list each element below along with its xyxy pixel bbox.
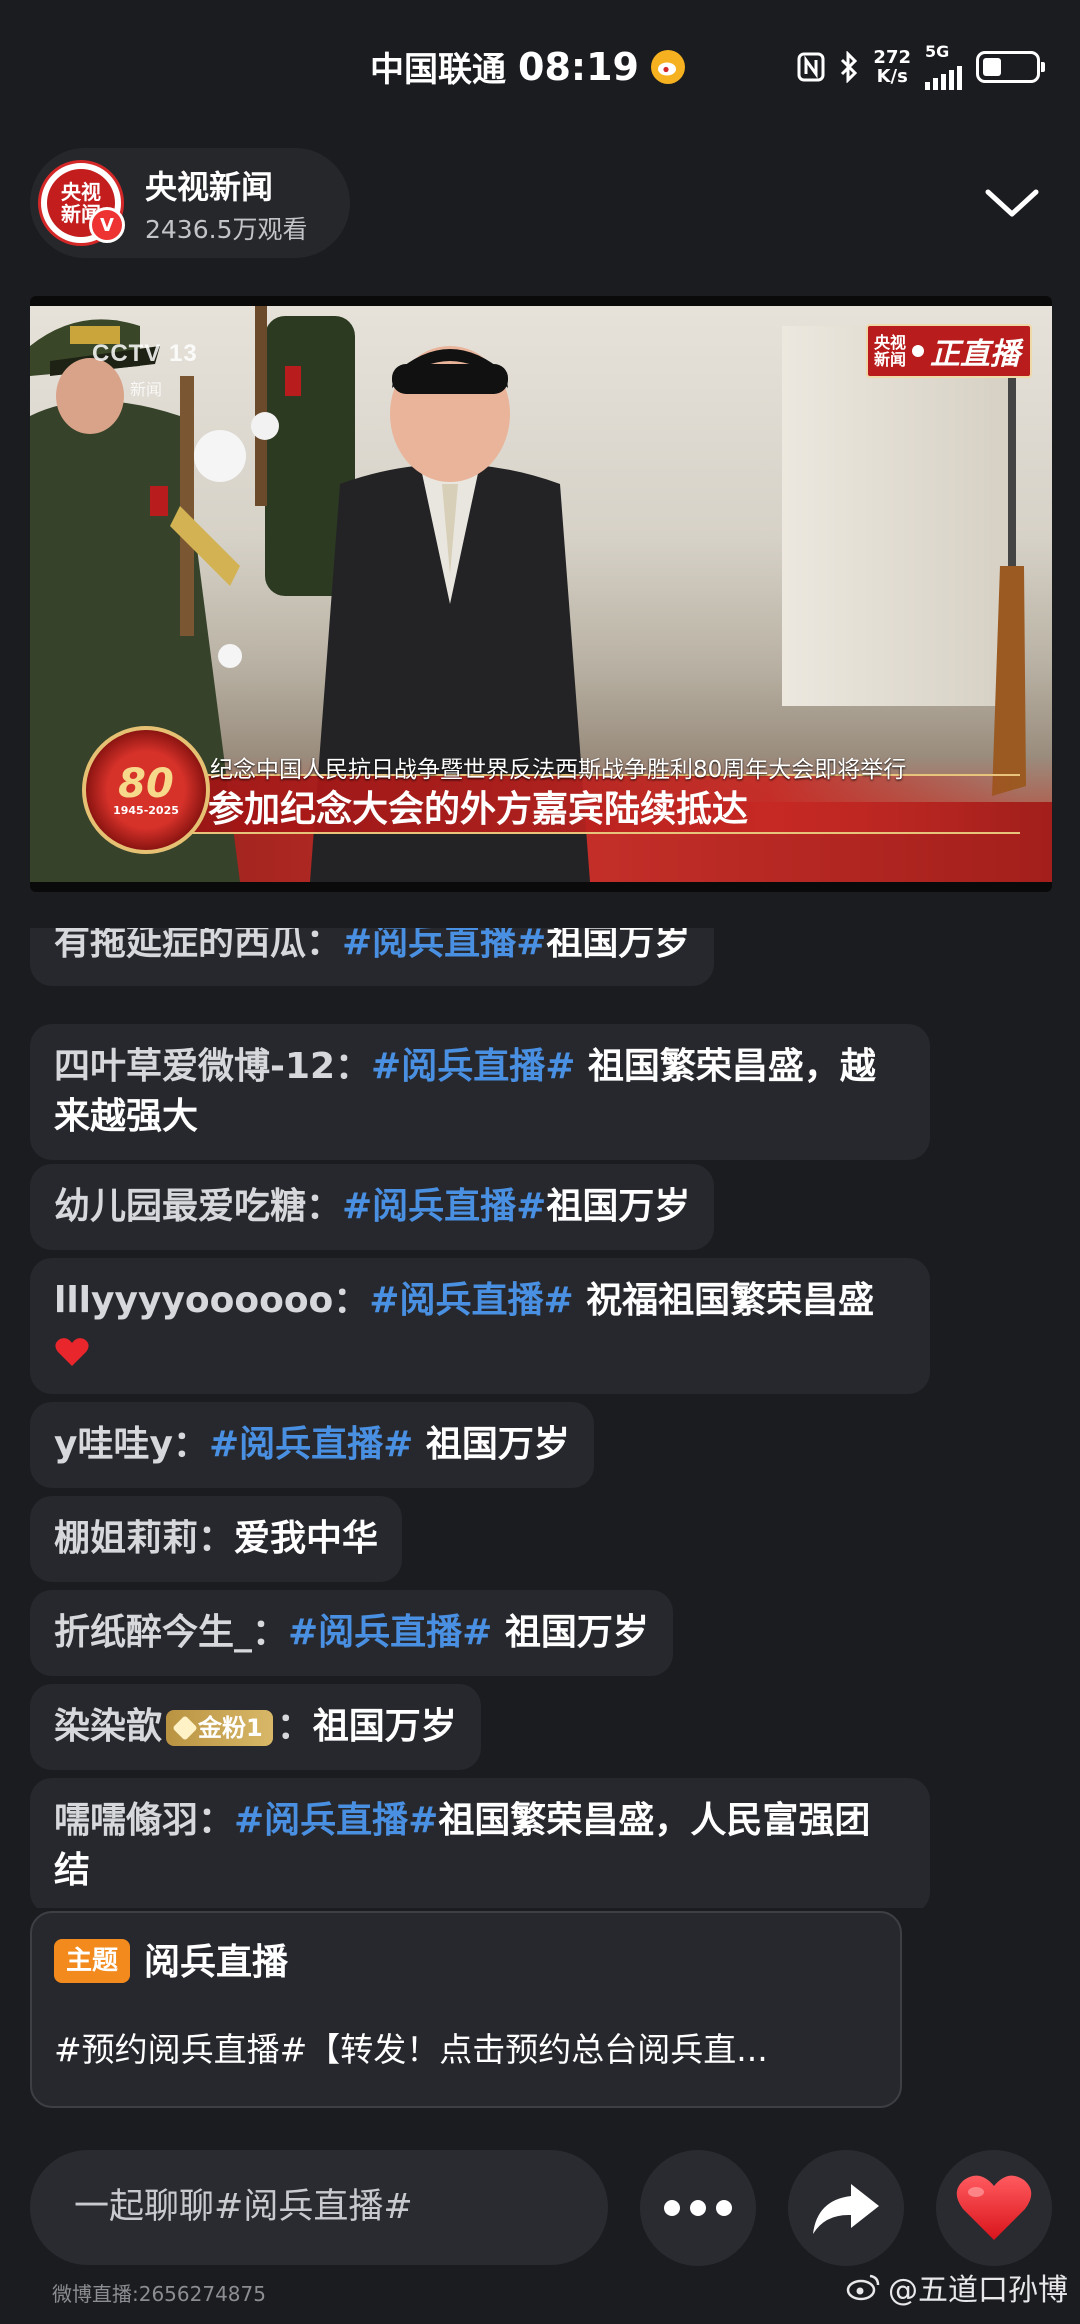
comment-item[interactable]: 染染歆 金粉1 ：祖国万岁 — [30, 1684, 481, 1770]
status-bar: 中国联通 08:19 272 K/s 5G — [0, 0, 1080, 130]
comment-text: 祝福祖国繁荣昌盛 — [573, 1280, 875, 1321]
comment-user[interactable]: 幼儿园最爱吃糖： — [54, 1186, 342, 1227]
verified-icon: V — [89, 207, 125, 243]
comment-text: 祖国万岁 — [312, 1706, 457, 1747]
topic-title[interactable]: 阅兵直播 — [144, 1933, 288, 1985]
carrier-label: 中国联通 — [370, 50, 506, 90]
collapse-chevron-icon[interactable] — [982, 182, 1042, 222]
comment-user[interactable]: 染染歆 — [54, 1706, 162, 1747]
anniversary-emblem: 80 1945-2025 — [82, 726, 210, 854]
avatar-text-top: 央视 — [61, 180, 101, 204]
watermark: @五道口孙博 — [846, 2265, 1068, 2309]
share-arrow-icon — [813, 2184, 879, 2234]
comment-user[interactable]: 有拖延症的西瓜： — [54, 928, 342, 963]
comment-item[interactable]: 嚅嚅翛羽：#阅兵直播#祖国繁荣昌盛，人民富强团结 — [30, 1778, 930, 1908]
comment-text: 祖国万岁 — [546, 928, 691, 963]
net-speed: 272 K/s — [873, 48, 911, 86]
comment-hashtag[interactable]: #阅兵直播# — [369, 1280, 573, 1321]
comment-user[interactable]: 折纸醉今生_： — [54, 1612, 288, 1653]
gem-icon — [172, 1715, 198, 1741]
nfc-icon — [797, 52, 825, 82]
comment-item[interactable]: 幼儿园最爱吃糖：#阅兵直播#祖国万岁 — [30, 1164, 715, 1250]
more-dots-icon — [664, 2200, 732, 2216]
comment-hashtag[interactable]: #阅兵直播# — [371, 1046, 575, 1087]
comment-user[interactable]: y哇哇y： — [54, 1424, 209, 1465]
live-id: 微博直播:2656274875 — [52, 2282, 266, 2306]
comment-hashtag[interactable]: #阅兵直播# — [209, 1424, 413, 1465]
clock: 08:19 — [518, 44, 639, 89]
comment-item[interactable]: lllyyyyoooooo：#阅兵直播# 祝福祖国繁荣昌盛 — [30, 1258, 930, 1394]
net-speed-value: 272 — [873, 47, 911, 68]
weibo-logo-icon — [846, 2274, 880, 2301]
topic-description[interactable]: #预约阅兵直播#【转发！点击预约总台阅兵直... — [54, 2023, 884, 2071]
heart-emoji-icon — [55, 1338, 89, 1366]
emblem-number: 80 — [118, 760, 174, 807]
heart-icon — [956, 2175, 1032, 2240]
view-count: 2436.5万观看 — [145, 215, 308, 244]
watermark-text: @五道口孙博 — [888, 2273, 1068, 2308]
comment-user[interactable]: 嚅嚅翛羽： — [54, 1800, 234, 1841]
comment-user[interactable]: 四叶草爱微博-12： — [54, 1046, 371, 1087]
comment-user[interactable]: 棚姐莉莉： — [54, 1518, 234, 1559]
bluetooth-icon — [841, 51, 858, 83]
comment-hashtag[interactable]: #阅兵直播# — [342, 1186, 546, 1227]
comment-text: 祖国万岁 — [492, 1612, 649, 1653]
status-center: 中国联通 08:19 — [370, 42, 685, 91]
comment-text: 祖国万岁 — [413, 1424, 570, 1465]
lower-third-subtitle: 纪念中国人民抗日战争暨世界反法西斯战争胜利80周年大会即将举行 — [210, 757, 907, 783]
network-type: 5G — [925, 42, 950, 61]
live-badge: 央视 新闻 正直播 — [865, 324, 1032, 378]
channel-avatar[interactable]: 央视 新闻 V — [38, 160, 125, 246]
live-logo: 央视 新闻 — [874, 334, 906, 368]
like-button[interactable] — [936, 2150, 1052, 2266]
cctv-logo-sub: 新闻 — [130, 380, 163, 399]
rifle-graphic — [992, 366, 1026, 796]
cctv-logo: CCTV 13 — [92, 340, 198, 368]
net-speed-unit: K/s — [876, 66, 908, 87]
comment-hashtag[interactable]: #阅兵直播# — [288, 1612, 492, 1653]
channel-name[interactable]: 央视新闻 — [145, 162, 273, 208]
live-logo-bottom: 新闻 — [873, 350, 906, 369]
comment-item[interactable]: 四叶草爱微博-12：#阅兵直播# 祖国繁荣昌盛，越来越强大 — [30, 1024, 930, 1160]
live-dot-icon — [912, 345, 924, 357]
lower-third-headline: 参加纪念大会的外方嘉宾陆续抵达 — [208, 789, 749, 830]
weibo-notification-icon — [650, 49, 685, 84]
signal-bars-icon — [925, 60, 962, 90]
emblem-years: 1945-2025 — [113, 803, 179, 817]
cell-signal: 5G — [925, 44, 962, 90]
fan-level-badge[interactable]: 金粉1 — [166, 1710, 273, 1746]
comment-feed[interactable]: 有拖延症的西瓜：#阅兵直播#祖国万岁 四叶草爱微博-12：#阅兵直播# 祖国繁荣… — [30, 928, 1030, 1908]
live-label: 正直播 — [930, 337, 1020, 372]
comment-text: 爱我中华 — [234, 1518, 379, 1559]
live-logo-top: 央视 — [873, 333, 906, 352]
topic-badge: 主题 — [54, 1939, 131, 1983]
channel-header[interactable]: 央视 新闻 V 央视新闻 2436.5万观看 — [30, 148, 350, 258]
share-button[interactable] — [788, 2150, 904, 2266]
topic-card[interactable]: 主题 阅兵直播 #预约阅兵直播#【转发！点击预约总台阅兵直... — [30, 1911, 902, 2108]
comment-hashtag[interactable]: #阅兵直播# — [342, 928, 546, 963]
comment-hashtag[interactable]: #阅兵直播# — [234, 1800, 438, 1841]
comment-text: 祖国万岁 — [546, 1186, 691, 1227]
comment-item[interactable]: 折纸醉今生_：#阅兵直播# 祖国万岁 — [30, 1590, 673, 1676]
status-right: 272 K/s 5G — [797, 44, 1045, 90]
live-video-player[interactable]: CCTV 13 新闻 央视 新闻 正直播 纪念中国人民抗日战争暨世界反法西斯战争… — [30, 296, 1052, 892]
comment-item[interactable]: y哇哇y：#阅兵直播# 祖国万岁 — [30, 1402, 594, 1488]
battery-icon — [976, 51, 1045, 83]
more-button[interactable] — [640, 2150, 756, 2266]
comment-user-suffix: ： — [276, 1706, 313, 1747]
fan-level-label: 金粉1 — [198, 1714, 263, 1742]
chat-input[interactable]: 一起聊聊#阅兵直播# — [30, 2150, 608, 2265]
cctv-logo-text: CCTV 13 — [92, 340, 198, 367]
comment-item[interactable]: 棚姐莉莉：爱我中华 — [30, 1496, 403, 1582]
comment-user[interactable]: lllyyyyoooooo： — [54, 1280, 369, 1321]
comment-item[interactable]: 有拖延症的西瓜：#阅兵直播#祖国万岁 — [30, 928, 715, 986]
